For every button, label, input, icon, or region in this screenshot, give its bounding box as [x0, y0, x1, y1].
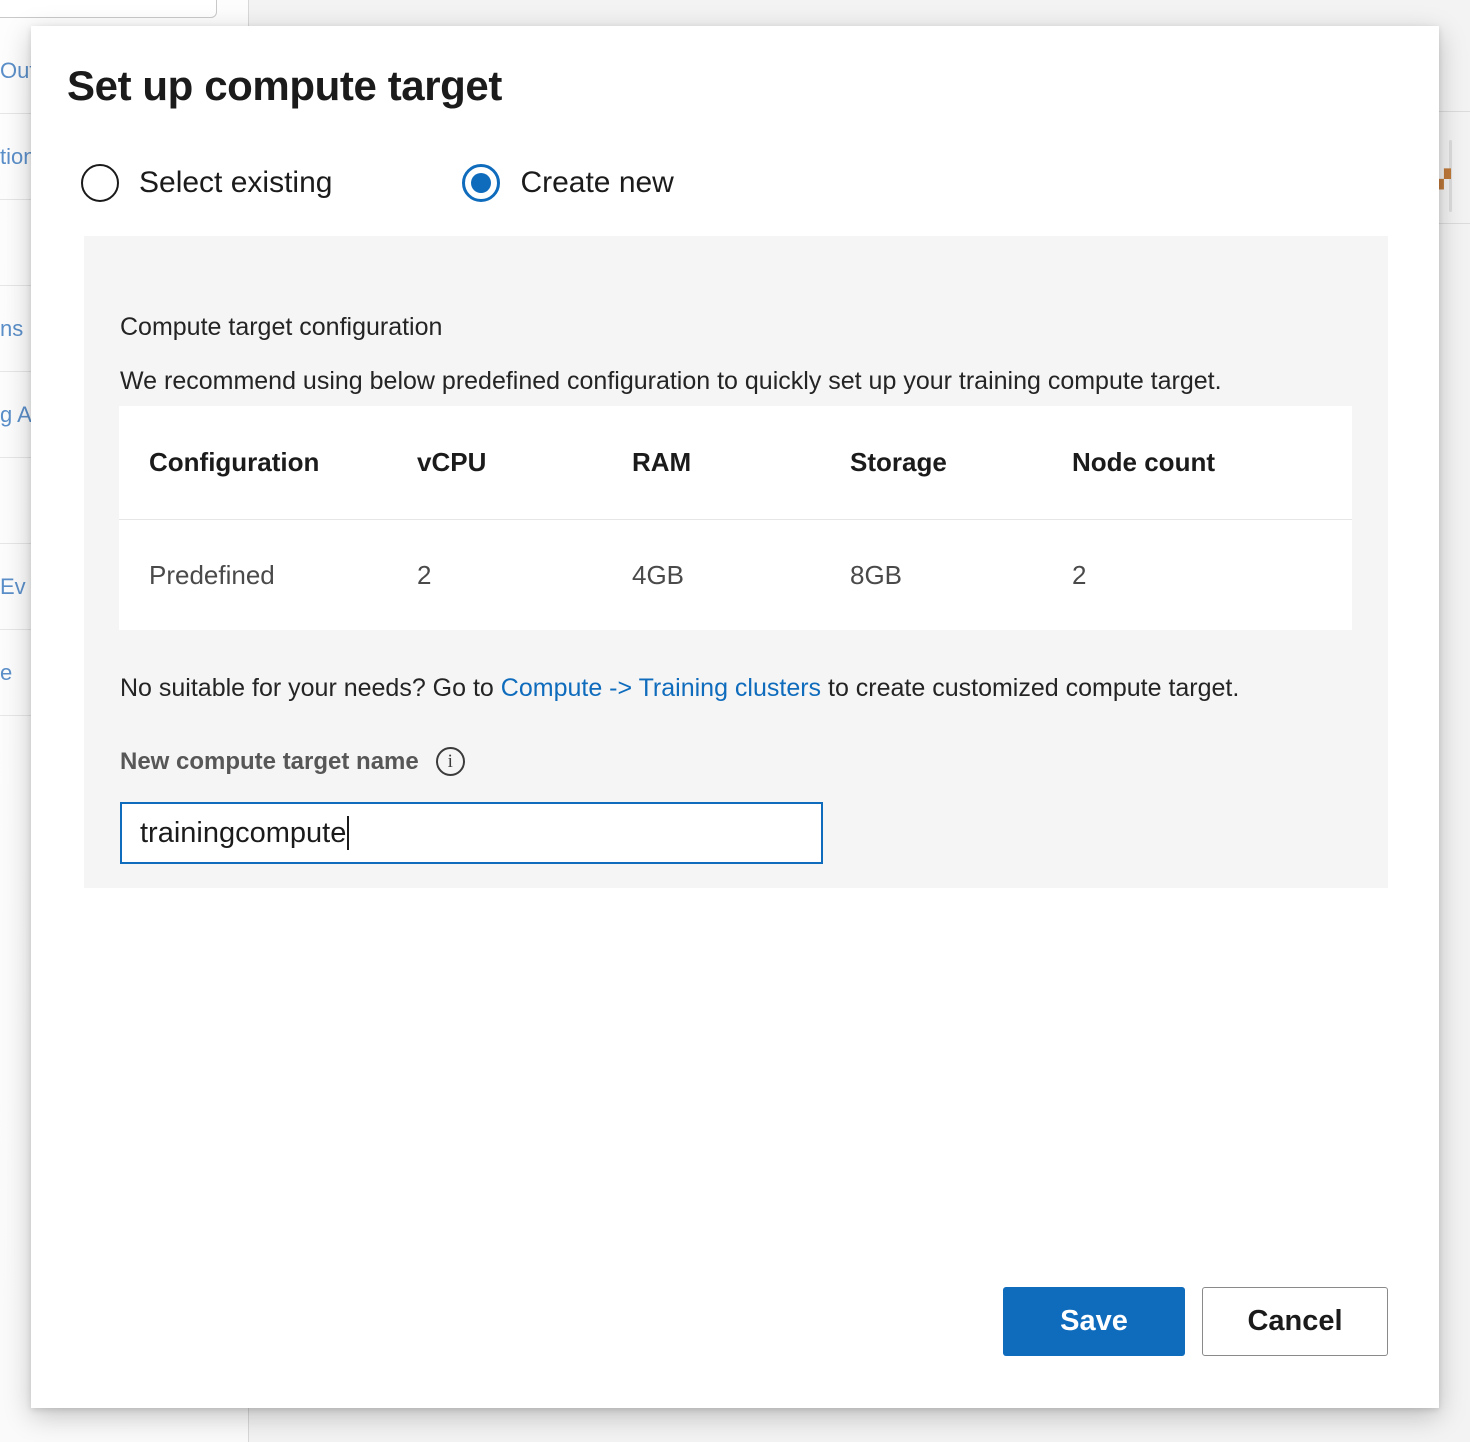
table-header-row: Configuration vCPU RAM Storage Node coun… [119, 406, 1352, 520]
panel-heading: Compute target configuration [120, 313, 443, 341]
compute-name-label: New compute target name [120, 747, 419, 775]
column-header-vcpu: vCPU [417, 447, 487, 477]
compute-name-label-row: New compute target name i [120, 747, 465, 776]
radio-select-existing-mark [81, 164, 119, 202]
customized-target-note: No suitable for your needs? Go to Comput… [120, 674, 1239, 703]
list-item-label: ns [0, 315, 24, 341]
text-caret [347, 816, 350, 850]
cell-vcpu: 2 [417, 559, 432, 590]
compute-config-panel: Compute target configuration We recommen… [84, 236, 1388, 888]
radio-selected-dot [471, 173, 492, 193]
dialog-footer: Save Cancel [1003, 1287, 1388, 1356]
radio-create-new-label: Create new [520, 166, 674, 199]
cell-configuration: Predefined [149, 559, 275, 590]
column-header-node-count: Node count [1072, 447, 1215, 477]
compute-mode-radio-group: Select existing Create new [81, 164, 674, 202]
info-icon[interactable]: i [435, 747, 465, 776]
set-up-compute-target-dialog: Set up compute target Select existing Cr… [31, 26, 1439, 1408]
dialog-title: Set up compute target [67, 62, 502, 109]
cell-ram: 4GB [632, 559, 685, 590]
predefined-config-table: Configuration vCPU RAM Storage Node coun… [119, 406, 1352, 630]
radio-create-new[interactable]: Create new [462, 164, 674, 202]
compute-name-input[interactable]: trainingcompute [120, 802, 823, 864]
note-suffix: to create customized compute target. [821, 674, 1240, 702]
cancel-button[interactable]: Cancel [1202, 1287, 1388, 1356]
list-item-label: Ev [0, 573, 26, 599]
table-row[interactable]: Predefined 2 4GB 8GB 2 [119, 520, 1352, 630]
training-clusters-link[interactable]: Compute -> Training clusters [501, 674, 821, 702]
cell-storage: 8GB [850, 559, 903, 590]
background-card-outline [0, 0, 217, 18]
background-fragment-icon: ▞ [1437, 169, 1451, 189]
panel-description: We recommend using below predefined conf… [120, 367, 1222, 395]
note-prefix: No suitable for your needs? Go to [120, 674, 501, 702]
list-item-label: e [0, 659, 13, 685]
list-item-label: g A [0, 401, 32, 427]
radio-select-existing-label: Select existing [139, 166, 333, 199]
cell-node-count: 2 [1072, 559, 1087, 590]
column-header-ram: RAM [632, 447, 692, 477]
compute-name-input-value: trainingcompute [140, 816, 347, 849]
column-header-storage: Storage [850, 447, 947, 477]
column-header-configuration: Configuration [149, 447, 320, 477]
radio-select-existing[interactable]: Select existing [81, 164, 332, 202]
radio-create-new-mark [462, 164, 501, 202]
save-button[interactable]: Save [1003, 1287, 1185, 1356]
